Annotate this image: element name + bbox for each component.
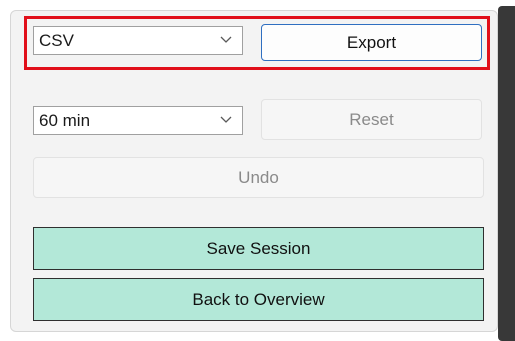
reset-button-label: Reset: [349, 110, 394, 129]
duration-value: 60 min: [39, 111, 91, 130]
chevron-down-icon: [220, 36, 232, 43]
export-button[interactable]: Export: [261, 24, 482, 61]
save-session-button[interactable]: Save Session: [33, 227, 484, 270]
undo-button-label: Undo: [238, 168, 279, 187]
reset-button[interactable]: Reset: [261, 99, 482, 140]
export-format-value: CSV: [39, 31, 74, 50]
export-format-select[interactable]: CSV: [33, 26, 243, 55]
back-to-overview-button[interactable]: Back to Overview: [33, 278, 484, 321]
undo-button[interactable]: Undo: [33, 157, 484, 198]
export-button-label: Export: [346, 33, 397, 52]
save-session-label: Save Session: [206, 239, 311, 258]
duration-select[interactable]: 60 min: [33, 106, 243, 135]
scroll-strip: [498, 6, 515, 341]
back-to-overview-label: Back to Overview: [192, 290, 325, 309]
chevron-down-icon: [220, 116, 232, 123]
